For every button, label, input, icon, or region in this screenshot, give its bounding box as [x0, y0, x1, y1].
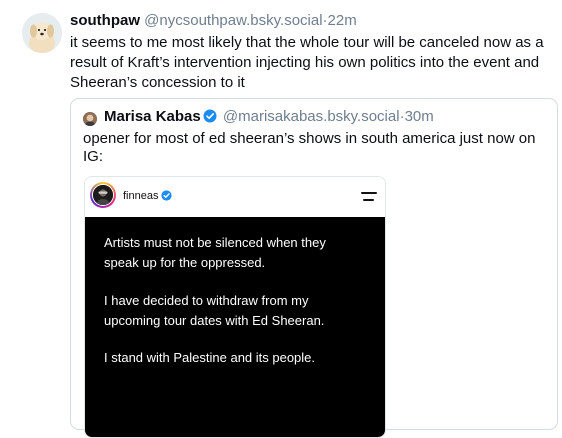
instagram-username-text: finneas: [123, 190, 159, 202]
quoted-post-header: Marisa Kabas @marisakabas.bsky.social·30…: [104, 108, 434, 127]
quoted-author-handle[interactable]: @marisakabas.bsky.social: [223, 108, 400, 125]
story-ring: [90, 182, 116, 208]
quoted-post[interactable]: Marisa Kabas @marisakabas.bsky.social·30…: [70, 98, 558, 438]
quoted-author-avatar[interactable]: [83, 112, 97, 126]
author-handle[interactable]: @nycsouthpaw.bsky.social: [144, 12, 322, 29]
instagram-story-content: Artists must not be silenced when they s…: [85, 217, 385, 437]
verified-badge-icon: [161, 190, 173, 204]
quoted-author-name[interactable]: Marisa Kabas: [104, 108, 201, 125]
post[interactable]: southpaw @nycsouthpaw.bsky.social·22m it…: [0, 0, 562, 438]
story-line: I stand with Palestine and its people.: [104, 350, 316, 365]
story-line: I have decided to withdraw from my: [104, 293, 309, 308]
menu-icon: [361, 192, 377, 202]
author-name[interactable]: southpaw: [70, 12, 140, 29]
post-text: it seems to me most likely that the whol…: [70, 34, 544, 91]
story-line: Artists must not be silenced when they: [104, 235, 326, 250]
quoted-post-timestamp[interactable]: 30m: [405, 108, 434, 125]
instagram-story-header: finneas: [85, 177, 385, 217]
post-timestamp[interactable]: 22m: [328, 12, 357, 29]
author-avatar[interactable]: [22, 13, 62, 53]
instagram-avatar: [92, 184, 114, 206]
embedded-image[interactable]: finneas Artists must not be silenced whe…: [84, 176, 386, 438]
verified-badge-icon: [203, 109, 217, 127]
story-line: upcoming tour dates with Ed Sheeran.: [104, 313, 325, 328]
story-line: speak up for the oppressed.: [104, 255, 266, 270]
instagram-username: finneas: [123, 190, 173, 204]
quoted-post-text: opener for most of ed sheeran’s shows in…: [83, 130, 536, 165]
post-header: southpaw @nycsouthpaw.bsky.social·22m: [70, 12, 357, 29]
